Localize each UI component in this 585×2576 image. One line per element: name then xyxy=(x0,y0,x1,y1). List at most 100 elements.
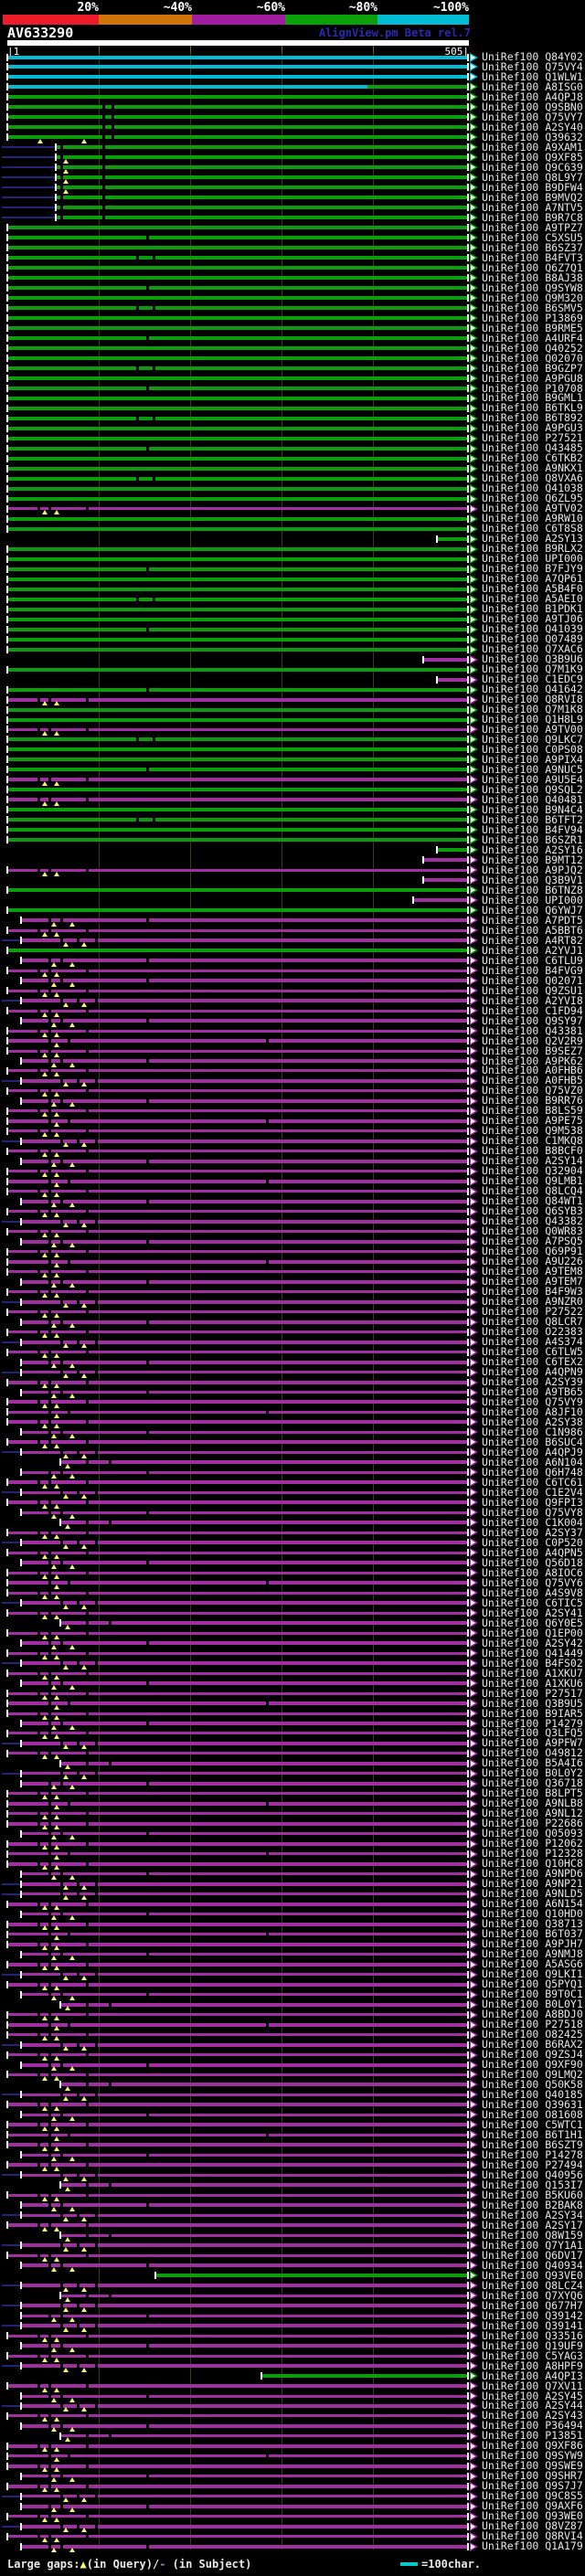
hit-bar[interactable] xyxy=(7,316,469,321)
hit-label[interactable]: UniRef100_P27518 xyxy=(482,2019,584,2030)
hit-bar[interactable] xyxy=(7,1380,469,1384)
hit-bar[interactable] xyxy=(21,2113,469,2116)
hit-label[interactable]: UniRef100_A8JF10 xyxy=(482,1407,584,1417)
hit-bar[interactable] xyxy=(7,296,469,301)
hit-bar[interactable] xyxy=(7,687,469,692)
hit-label[interactable]: UniRef100_Q38713 xyxy=(482,1919,584,1929)
hit-label[interactable]: UniRef100_A4QPN5 xyxy=(482,1548,584,1558)
hit-bar[interactable] xyxy=(7,356,469,361)
hit-label[interactable]: UniRef100_Q40956 xyxy=(482,2170,584,2180)
hit-label[interactable]: UniRef100_Q9M538 xyxy=(482,1126,584,1136)
hit-label[interactable]: UniRef100_O49812 xyxy=(482,1748,584,1758)
hit-bar[interactable] xyxy=(21,1098,469,1103)
hit-label[interactable]: UniRef100_Q9C8S5 xyxy=(482,2491,584,2501)
hit-bar[interactable] xyxy=(7,667,469,672)
hit-bar[interactable] xyxy=(21,1340,469,1344)
hit-label[interactable]: UniRef100_A8HPF9 xyxy=(482,2361,584,2371)
hit-bar[interactable] xyxy=(56,196,469,200)
hit-label[interactable]: UniRef100_Q39142 xyxy=(482,2311,584,2321)
hit-label[interactable]: UniRef100_Q8VZ87 xyxy=(482,2521,584,2531)
hit-label[interactable]: UniRef100_A1XKU7 xyxy=(482,1669,584,1679)
hit-label[interactable]: UniRef100_Q75VZ0 xyxy=(482,1086,584,1096)
hit-label[interactable]: UniRef100_C6TEX2 xyxy=(482,1357,584,1367)
hit-bar[interactable] xyxy=(21,2524,469,2528)
hit-label[interactable]: UniRef100_UPI000.. xyxy=(482,896,584,906)
hit-bar[interactable] xyxy=(7,928,469,932)
hit-label[interactable]: UniRef100_Q9XF90 xyxy=(482,2060,584,2070)
hit-bar[interactable] xyxy=(7,2484,469,2488)
hit-label[interactable]: UniRef100_A2SY40 xyxy=(482,122,584,133)
hit-label[interactable]: UniRef100_Q93WE0 xyxy=(482,2511,584,2521)
hit-bar[interactable] xyxy=(7,396,469,400)
hit-label[interactable]: UniRef100_Q3LFQ5 xyxy=(482,1728,584,1738)
hit-label[interactable]: UniRef100_B9GML1 xyxy=(482,393,584,403)
hit-label[interactable]: UniRef100_Q9FPI3 xyxy=(482,1498,584,1508)
hit-label[interactable]: UniRef100_C1K004 xyxy=(482,1518,584,1528)
hit-bar[interactable] xyxy=(7,426,469,430)
hit-label[interactable]: UniRef100_Q9C639 xyxy=(482,163,584,173)
hit-bar[interactable] xyxy=(7,2133,469,2136)
hit-bar[interactable] xyxy=(422,878,469,883)
hit-bar[interactable] xyxy=(7,436,469,440)
hit-bar[interactable] xyxy=(7,1109,469,1113)
hit-bar[interactable] xyxy=(7,798,469,802)
hit-bar[interactable] xyxy=(21,1450,469,1454)
hit-label[interactable]: UniRef100_A9PGU8 xyxy=(482,374,584,384)
hit-label[interactable]: UniRef100_B6SZT9 xyxy=(482,2140,584,2150)
hit-bar[interactable] xyxy=(7,1581,469,1585)
hit-label[interactable]: UniRef100_Q05093 xyxy=(482,1829,584,1839)
hit-bar[interactable] xyxy=(7,1351,469,1354)
hit-bar[interactable] xyxy=(21,1470,469,1474)
hit-label[interactable]: UniRef100_Q75VY4 xyxy=(482,62,584,72)
hit-label[interactable]: UniRef100_Q41449 xyxy=(482,1648,584,1659)
hit-bar[interactable] xyxy=(21,1722,469,1725)
hit-bar[interactable] xyxy=(21,1892,469,1896)
hit-label[interactable]: UniRef100_Q36718 xyxy=(482,1778,584,1788)
hit-label[interactable]: UniRef100_P36494 xyxy=(482,2421,584,2431)
hit-label[interactable]: UniRef100_Q9SBN0 xyxy=(482,102,584,112)
hit-label[interactable]: UniRef100_Q0WR83 xyxy=(482,1226,584,1236)
hit-bar[interactable] xyxy=(7,1210,469,1214)
hit-bar[interactable] xyxy=(422,657,469,662)
hit-bar[interactable] xyxy=(7,1330,469,1334)
hit-label[interactable]: UniRef100_A2YVJ1 xyxy=(482,946,584,956)
hit-label[interactable]: UniRef100_A9TV02 xyxy=(482,504,584,514)
hit-bar[interactable] xyxy=(7,1852,469,1856)
hit-bar[interactable] xyxy=(7,1118,469,1123)
hit-bar[interactable] xyxy=(7,1732,469,1735)
hit-label[interactable]: UniRef100_B4FVT3 xyxy=(482,253,584,263)
hit-bar[interactable] xyxy=(7,1922,469,1926)
hit-bar[interactable] xyxy=(7,1500,469,1505)
hit-label[interactable]: UniRef100_Q9M320 xyxy=(482,293,584,303)
hit-label[interactable]: UniRef100_B5A4I6 xyxy=(482,1758,584,1768)
hit-label[interactable]: UniRef100_Q8W159 xyxy=(482,2231,584,2241)
hit-label[interactable]: UniRef100_A9NLB8 xyxy=(482,1798,584,1808)
hit-label[interactable]: UniRef100_A9U5E4 xyxy=(482,775,584,785)
hit-bar[interactable] xyxy=(7,1129,469,1133)
hit-bar[interactable] xyxy=(60,1621,469,1626)
hit-label[interactable]: UniRef100_A5AEI0 xyxy=(482,594,584,604)
hit-bar[interactable] xyxy=(7,1250,469,1254)
hit-label[interactable]: UniRef100_Q8RVI8 xyxy=(482,694,584,705)
hit-label[interactable]: UniRef100_Q9SY97 xyxy=(482,1016,584,1026)
hit-bar[interactable] xyxy=(7,546,469,551)
hit-bar[interactable] xyxy=(21,1953,469,1956)
hit-label[interactable]: UniRef100_Q9LKI1 xyxy=(482,1969,584,1979)
hit-bar[interactable] xyxy=(21,2423,469,2428)
hit-bar[interactable] xyxy=(21,1661,469,1666)
hit-label[interactable]: UniRef100_A9TJ06 xyxy=(482,614,584,624)
hit-label[interactable]: UniRef100_P27494 xyxy=(482,2160,584,2170)
hit-label[interactable]: UniRef100_Q56D18 xyxy=(482,1558,584,1568)
hit-label[interactable]: UniRef100_C5YAG3 xyxy=(482,2351,584,2361)
hit-bar[interactable] xyxy=(60,2183,469,2188)
hit-bar[interactable] xyxy=(7,1841,469,1846)
hit-bar[interactable] xyxy=(7,1310,469,1314)
hit-bar[interactable] xyxy=(56,186,469,190)
hit-bar[interactable] xyxy=(21,938,469,943)
hit-bar[interactable] xyxy=(7,1089,469,1093)
hit-label[interactable]: UniRef100_Q9SQL2 xyxy=(482,785,584,795)
hit-bar[interactable] xyxy=(7,577,469,581)
hit-bar[interactable] xyxy=(7,1752,469,1755)
hit-label[interactable]: UniRef100_O81608 xyxy=(482,2110,584,2120)
hit-label[interactable]: UniRef100_A9NL12 xyxy=(482,1808,584,1818)
